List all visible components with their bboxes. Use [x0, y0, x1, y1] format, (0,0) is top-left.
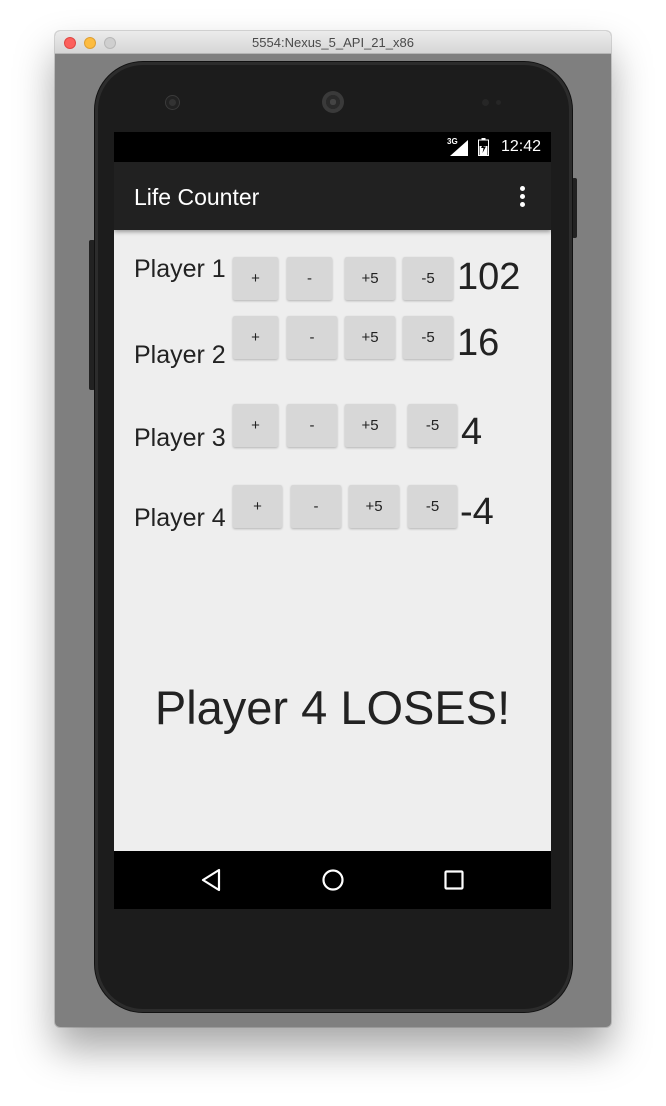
phone-screen: 3G 12:42 Life Counter Player 1 + - +5 -5… — [114, 132, 551, 909]
action-bar: Life Counter — [114, 162, 551, 230]
game-result-message: Player 4 LOSES! — [154, 681, 511, 734]
player-2-minus-five-button[interactable]: -5 — [403, 316, 453, 359]
player-2-minus-button[interactable]: - — [287, 316, 337, 359]
player-1-plus-button[interactable]: + — [233, 257, 278, 300]
player-4-plus-five-button[interactable]: +5 — [349, 485, 399, 528]
home-icon[interactable] — [319, 867, 347, 893]
battery-charging-icon — [478, 138, 489, 156]
player-1-life-total: 102 — [457, 256, 521, 298]
player-4-minus-button[interactable]: - — [291, 485, 341, 528]
player-3-plus-button[interactable]: + — [233, 404, 278, 447]
clock: 12:42 — [500, 138, 541, 155]
player-4-life-total: -4 — [460, 491, 494, 533]
player-1-minus-button[interactable]: - — [287, 257, 332, 300]
player-4-label: Player 4 — [134, 504, 226, 532]
proximity-sensor — [482, 99, 489, 106]
app-title: Life Counter — [134, 184, 260, 210]
light-sensor — [496, 100, 501, 105]
player-1-plus-five-button[interactable]: +5 — [345, 257, 395, 300]
status-bar: 3G 12:42 — [114, 132, 551, 162]
window-titlebar: 5554:Nexus_5_API_21_x86 — [55, 31, 611, 54]
player-4-minus-five-button[interactable]: -5 — [408, 485, 457, 528]
earpiece-speaker — [322, 91, 344, 113]
player-2-plus-button[interactable]: + — [233, 316, 278, 359]
player-1-label: Player 1 — [134, 255, 226, 283]
navigation-bar — [114, 851, 551, 909]
player-1-minus-five-button[interactable]: -5 — [403, 257, 453, 300]
window-title: 5554:Nexus_5_API_21_x86 — [252, 35, 414, 50]
signal-icon — [450, 140, 468, 156]
player-3-life-total: 4 — [461, 411, 483, 453]
player-4-plus-button[interactable]: + — [233, 485, 282, 528]
recent-apps-icon[interactable] — [440, 867, 468, 893]
back-icon[interactable] — [198, 867, 226, 893]
player-3-minus-button[interactable]: - — [287, 404, 337, 447]
player-3-label: Player 3 — [134, 424, 226, 452]
overflow-menu-icon[interactable] — [514, 186, 530, 210]
player-3-minus-five-button[interactable]: -5 — [408, 404, 457, 447]
player-2-life-total: 16 — [457, 322, 500, 364]
power-button — [572, 178, 577, 238]
player-2-plus-five-button[interactable]: +5 — [345, 316, 395, 359]
player-2-label: Player 2 — [134, 341, 226, 369]
player-3-plus-five-button[interactable]: +5 — [345, 404, 395, 447]
front-camera — [166, 96, 179, 109]
